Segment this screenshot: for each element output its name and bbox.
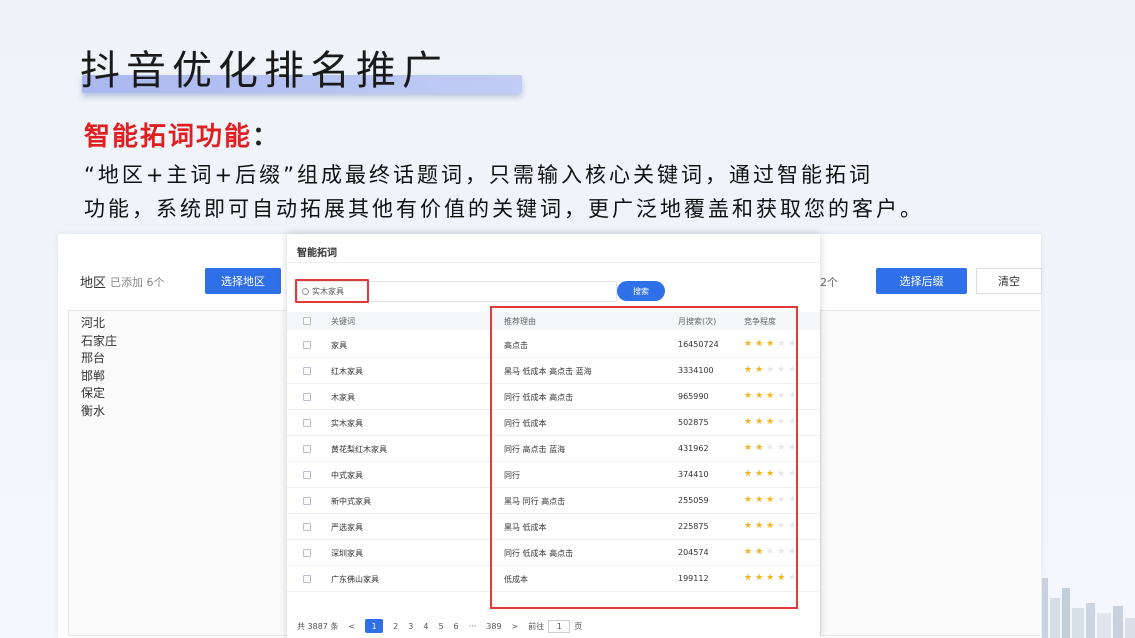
keyword-cell: 新中式家具: [331, 497, 371, 506]
keyword-cell: 木家具: [331, 393, 355, 402]
row-checkbox[interactable]: [303, 367, 311, 375]
row-checkbox[interactable]: [303, 471, 311, 479]
keyword-cell: 广东佛山家具: [331, 575, 379, 584]
select-region-button[interactable]: 选择地区: [205, 268, 281, 294]
suffix-count: 2个: [820, 276, 838, 289]
keyword-cell: 实木家具: [331, 419, 363, 428]
clear-button[interactable]: 清空: [976, 268, 1042, 294]
search-button[interactable]: 搜索: [617, 281, 665, 301]
region-item[interactable]: 邯郸: [81, 368, 275, 386]
row-checkbox[interactable]: [303, 393, 311, 401]
pagination: 共 3887 条 < 1 2 3 4 5 6 ··· 389 > 前往 1 页: [297, 618, 582, 634]
row-checkbox[interactable]: [303, 445, 311, 453]
region-item[interactable]: 保定: [81, 385, 275, 403]
select-suffix-button[interactable]: 选择后缀: [876, 268, 967, 294]
keyword-cell: 中式家具: [331, 471, 363, 480]
page-button[interactable]: 1: [365, 619, 384, 633]
region-item[interactable]: 邢台: [81, 350, 275, 368]
subtitle-text: 智能拓词功能: [84, 122, 253, 152]
region-item[interactable]: 衡水: [81, 403, 275, 421]
select-all-checkbox[interactable]: [303, 317, 311, 325]
keyword-cell: 红木家具: [331, 367, 363, 376]
row-checkbox[interactable]: [303, 549, 311, 557]
subtitle-colon: ：: [252, 122, 281, 152]
slide-title: 抖音优化排名推广: [80, 48, 448, 94]
pagination-total: 共 3887 条: [297, 621, 339, 631]
goto-label: 前往: [528, 621, 545, 631]
page-ellipsis[interactable]: ···: [469, 622, 477, 631]
region-list: 河北 石家庄 邢台 邯郸 保定 衡水: [68, 310, 288, 636]
modal-divider: [287, 262, 820, 263]
row-checkbox[interactable]: [303, 575, 311, 583]
description-line-2: 功能，系统即可自动拓展其他有价值的关键词，更广泛地覆盖和获取您的客户。: [84, 197, 924, 221]
description-line-1: “地区+主词+后缀”组成最终话题词，只需输入核心关键词，通过智能拓词: [84, 163, 873, 187]
region-item[interactable]: 河北: [81, 315, 275, 333]
keyword-cell: 深圳家具: [331, 549, 363, 558]
row-checkbox[interactable]: [303, 341, 311, 349]
keyword-cell: 家具: [331, 341, 347, 350]
region-label: 地区: [80, 276, 107, 291]
column-header-keyword: 关键词: [331, 317, 355, 326]
smart-keyword-modal: 智能拓词 实木家具 搜索 关键词 推荐理由 月搜索(次) 竞争程度 家具 高点击 1…: [287, 234, 820, 638]
search-highlight-box: [295, 279, 369, 303]
suffix-list: [820, 310, 1040, 636]
reason-highlight-box: [490, 306, 798, 609]
region-item[interactable]: 石家庄: [81, 333, 275, 351]
page-button[interactable]: 6: [454, 622, 459, 631]
page-button[interactable]: 2: [393, 622, 398, 631]
feature-subtitle: 智能拓词功能：: [84, 116, 280, 153]
row-checkbox[interactable]: [303, 419, 311, 427]
feature-description: “地区+主词+后缀”组成最终话题词，只需输入核心关键词，通过智能拓词 功能，系统…: [84, 158, 1094, 226]
page-button[interactable]: 5: [438, 622, 443, 631]
prev-page-button[interactable]: <: [348, 622, 355, 631]
next-page-button[interactable]: >: [512, 622, 519, 631]
page-button[interactable]: 3: [408, 622, 413, 631]
modal-title: 智能拓词: [297, 248, 337, 259]
page-button[interactable]: 4: [423, 622, 428, 631]
page-button[interactable]: 389: [486, 622, 501, 631]
row-checkbox[interactable]: [303, 497, 311, 505]
keyword-cell: 黄花梨红木家具: [331, 445, 387, 454]
goto-page-input[interactable]: 1: [548, 619, 571, 633]
goto-suffix: 页: [574, 621, 583, 631]
keyword-cell: 严选家具: [331, 523, 363, 532]
region-count: 已添加 6个: [110, 276, 165, 289]
row-checkbox[interactable]: [303, 523, 311, 531]
city-skyline-decoration: [1042, 578, 1135, 638]
